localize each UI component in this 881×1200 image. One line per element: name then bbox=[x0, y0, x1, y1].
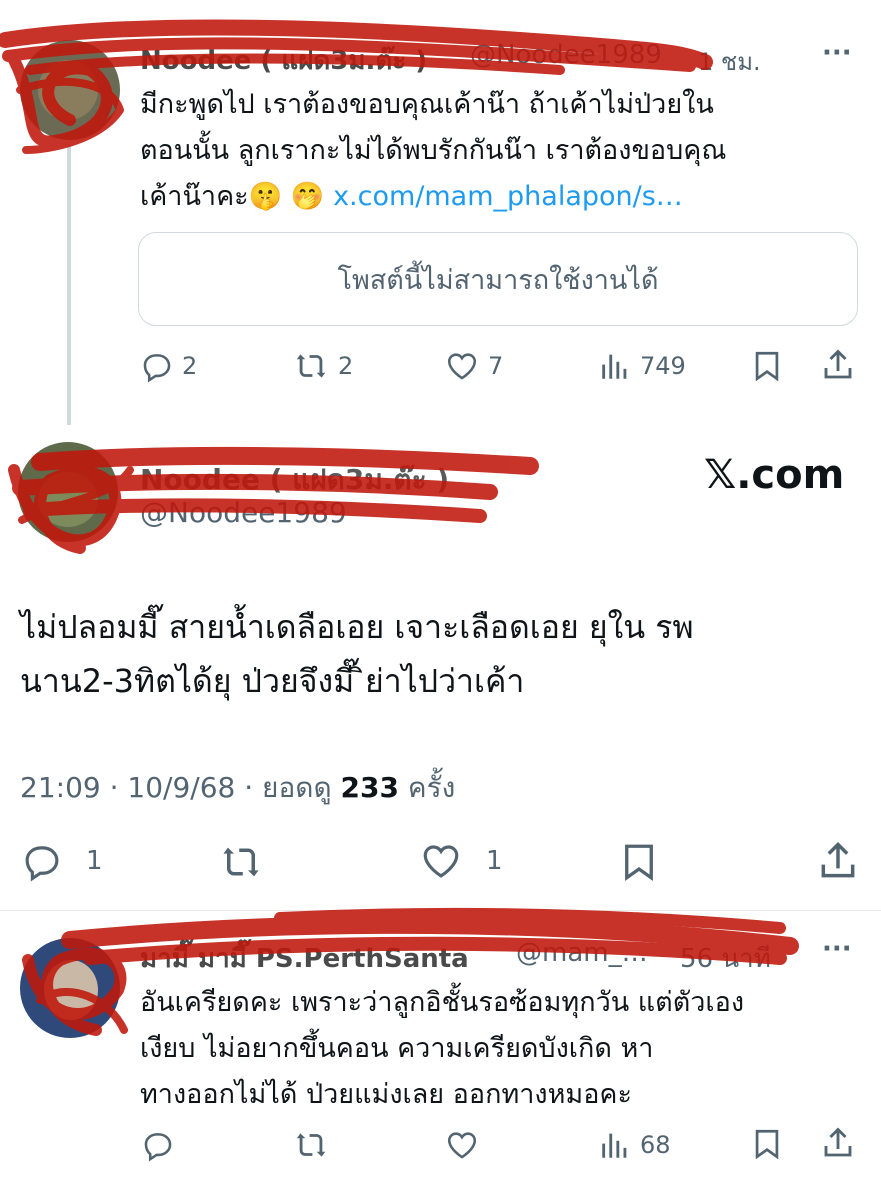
reply-button[interactable]: 2 bbox=[140, 349, 197, 383]
post-text-line: นาน2-3ทิตได้ยุ ป่วยจึงมี๊ ิย่าไปว่าเค้า bbox=[20, 662, 525, 700]
post-text-line: เค้าน๊าคะ🤫 🤭 x.com/mam_phalapon/s… bbox=[140, 174, 683, 220]
post-text-line: ตอนนั้น ลูกเรากะไม่ได้พบรักกันน๊า เราต้อ… bbox=[140, 135, 727, 166]
post-text-prefix: เค้าน๊าคะ bbox=[140, 181, 249, 212]
post-meta: 21:09 · 10/9/68 · ยอดดู 233 ครั้ง bbox=[20, 766, 455, 810]
bookmark-icon[interactable] bbox=[618, 839, 660, 885]
share-icon[interactable] bbox=[816, 838, 860, 884]
author-handle[interactable]: @Noodee1989 bbox=[470, 40, 662, 70]
post-text-line: ทางออกไม่ได้ ป่วยแม่งเลย ออกทางหมอคะ bbox=[140, 1079, 632, 1110]
like-icon bbox=[447, 353, 477, 380]
share-icon[interactable] bbox=[820, 346, 856, 384]
author-name[interactable]: Noodee ( แฝด3ม.ต๊ะ ) bbox=[140, 40, 427, 81]
unavailable-post-card: โพสต์นี้ไม่สามารถใช้งานได้ bbox=[138, 232, 858, 326]
repost-count: 2 bbox=[338, 352, 354, 380]
reply-icon bbox=[143, 354, 171, 383]
post-text-line: ไม่ปลอมมี๊ สายน้ำเดลือเอย เจาะเลือดเอย ย… bbox=[20, 608, 694, 646]
unavailable-text: โพสต์นี้ไม่สามารถใช้งานได้ bbox=[337, 264, 659, 296]
quoted-link[interactable]: x.com/mam_phalapon/s… bbox=[333, 181, 683, 212]
reply-count: 1 bbox=[86, 846, 103, 876]
repost-icon[interactable] bbox=[292, 1128, 330, 1162]
avatar[interactable] bbox=[18, 442, 118, 542]
post-timestamp[interactable]: 21:09 · 10/9/68 · ยอดดู bbox=[20, 771, 332, 804]
views-button[interactable]: 68 bbox=[598, 1128, 671, 1162]
views-suffix: ครั้ง bbox=[407, 771, 456, 804]
views-icon bbox=[602, 354, 627, 379]
reply-count: 2 bbox=[182, 352, 198, 380]
views-count: 68 bbox=[640, 1131, 671, 1159]
post-time[interactable]: 1 ชม. bbox=[698, 42, 761, 81]
author-handle[interactable]: @mam_… bbox=[516, 938, 648, 968]
share-icon[interactable] bbox=[820, 1124, 856, 1162]
author-handle[interactable]: @Noodee1989 bbox=[140, 496, 347, 529]
author-name[interactable]: มามี๊ มามี๊ PS.PerthSanta bbox=[140, 938, 469, 979]
like-icon[interactable] bbox=[444, 1128, 480, 1162]
like-count: 7 bbox=[488, 352, 504, 380]
post-text-line: มีกะพูดไป เราต้องขอบคุณเค้าน๊า ถ้าเค้าไม… bbox=[140, 89, 714, 120]
bookmark-icon[interactable] bbox=[750, 348, 784, 384]
reply-icon[interactable] bbox=[140, 1128, 176, 1162]
like-button[interactable]: 7 bbox=[444, 349, 503, 383]
more-icon[interactable]: ··· bbox=[822, 934, 852, 964]
divider bbox=[0, 910, 881, 911]
avatar[interactable] bbox=[20, 40, 120, 140]
views-icon bbox=[602, 1133, 627, 1158]
views-count: 749 bbox=[640, 352, 686, 380]
avatar[interactable] bbox=[20, 938, 120, 1038]
repost-icon bbox=[296, 354, 326, 378]
post-text-line: เงียบ ไม่อยากขึ้นคอน ความเครียดบังเกิด ห… bbox=[140, 1033, 654, 1064]
views-total: 233 bbox=[340, 771, 399, 804]
thread-line bbox=[67, 145, 71, 425]
more-icon[interactable]: ··· bbox=[822, 38, 852, 68]
reply-button[interactable]: 1 bbox=[20, 840, 103, 882]
repost-button[interactable]: 2 bbox=[292, 349, 353, 383]
post-text-line: อันเครียดคะ เพราะว่าลูกอิชั้นรอซ้อมทุกวั… bbox=[140, 987, 745, 1018]
like-icon bbox=[423, 845, 459, 878]
bookmark-icon[interactable] bbox=[750, 1126, 784, 1162]
post-time[interactable]: 56 นาที bbox=[680, 938, 771, 979]
emoji: 🤫 🤭 bbox=[248, 181, 325, 212]
like-button[interactable]: 1 bbox=[418, 840, 503, 882]
views-button[interactable]: 749 bbox=[598, 349, 686, 383]
like-count: 1 bbox=[486, 846, 503, 876]
x-logo-icon: 𝕏.com bbox=[704, 452, 845, 498]
reply-icon bbox=[25, 846, 59, 882]
repost-icon[interactable] bbox=[216, 841, 266, 883]
